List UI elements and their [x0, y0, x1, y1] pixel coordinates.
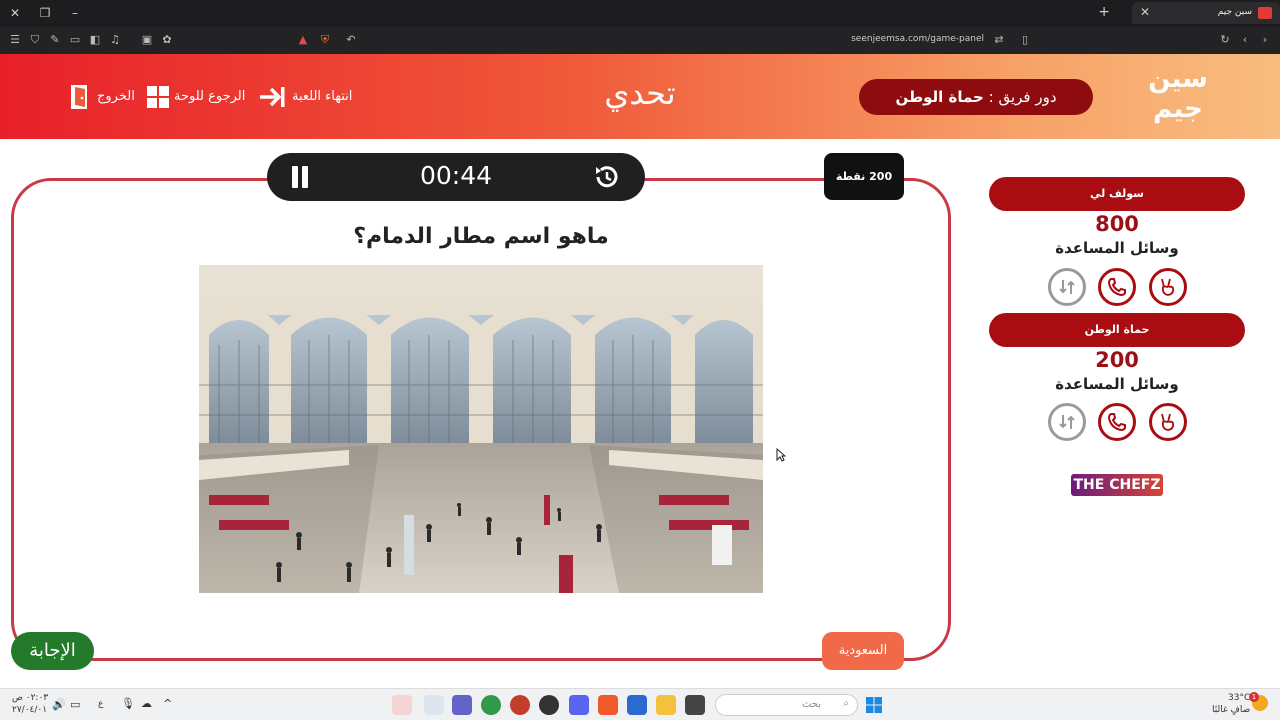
brave-app-icon[interactable] — [598, 695, 618, 715]
app-icon-red[interactable] — [510, 695, 530, 715]
microphone-icon[interactable]: 🎙 — [121, 697, 135, 710]
end-game-icon — [260, 87, 285, 107]
phone-icon — [1107, 278, 1126, 297]
taskbar-search-placeholder: بحث — [801, 699, 821, 710]
window-minimize-icon[interactable]: – — [66, 5, 84, 21]
url-text: seenjeemsa.com/game-panel — [851, 34, 984, 44]
exit-door-icon — [71, 85, 87, 109]
reload-icon[interactable]: ↻ — [1218, 33, 1232, 47]
turn-team-name: حماة الوطن — [895, 88, 984, 106]
phone-icon — [1107, 413, 1126, 432]
forward-icon[interactable]: › — [1258, 33, 1272, 47]
window-close-icon[interactable]: ✕ — [6, 5, 24, 21]
app-icon-dark[interactable] — [539, 695, 559, 715]
cloud-icon[interactable]: ☁ — [141, 697, 152, 710]
pin-icon[interactable]: ✎ — [48, 33, 62, 47]
logo-line-2: جيم — [1153, 94, 1203, 124]
seenjeem-logo[interactable]: سين جيم — [1144, 64, 1212, 130]
chrome-app-icon[interactable] — [481, 695, 501, 715]
airport-terminal-image — [199, 265, 763, 593]
site-favicon-icon — [1258, 7, 1272, 19]
taskbar-search[interactable]: بحث ⌕ — [715, 694, 858, 716]
volume-icon[interactable]: 🔊 — [52, 698, 66, 711]
team-1-name: سولف لي — [989, 177, 1245, 211]
language-indicator[interactable]: ع — [98, 699, 103, 709]
settings-app-icon[interactable] — [424, 695, 444, 715]
tabs-icon[interactable]: ▭ — [68, 33, 82, 47]
grid-icon — [147, 86, 169, 108]
answer-button[interactable]: الإجابة — [11, 632, 94, 670]
turn-indicator: دور فريق : حماة الوطن — [859, 79, 1093, 115]
team-1-call-friend-button[interactable] — [1098, 268, 1136, 306]
question-image — [199, 265, 763, 593]
back-to-board-button[interactable]: الرجوع للوحة — [146, 84, 250, 110]
turn-prefix: دور فريق : — [988, 88, 1057, 106]
sponsor-logo[interactable]: THE CHEFZ — [1071, 474, 1163, 496]
team-1-swap-question-button[interactable] — [1048, 268, 1086, 306]
extensions-icon[interactable]: ✿ — [160, 33, 174, 47]
tab-title: سين جيم — [1217, 7, 1252, 17]
epic-games-icon[interactable] — [392, 695, 412, 715]
browser-tab-bar: ✕ ❐ – + سين جيم ✕ — [0, 0, 1280, 27]
display-icon[interactable]: ▭ — [70, 698, 80, 711]
category-badge: السعودية — [822, 632, 904, 670]
notification-badge: 1 — [1249, 692, 1259, 702]
team-2-help-label: وسائل المساعدة — [1055, 375, 1179, 393]
swap-icon — [1059, 415, 1075, 429]
mouse-cursor-icon — [776, 448, 786, 462]
clock-time[interactable]: ٠٢:٠٣ ص — [12, 693, 48, 703]
team-1-score: 800 — [1095, 212, 1139, 236]
address-bar[interactable]: seenjeemsa.com/game-panel — [288, 30, 1040, 50]
back-icon[interactable]: ‹ — [1238, 33, 1252, 47]
end-game-button[interactable]: انتهاء اللعبة — [258, 84, 366, 110]
window-restore-icon[interactable]: ❐ — [36, 5, 54, 21]
tray-expand-icon[interactable]: ^ — [163, 697, 172, 710]
store-app-icon[interactable] — [627, 695, 647, 715]
tab-close-icon[interactable]: ✕ — [1140, 5, 1150, 19]
team-1-double-points-button[interactable] — [1149, 268, 1187, 306]
team-1-help-label: وسائل المساعدة — [1055, 239, 1179, 257]
sidebar-icon[interactable]: ◧ — [88, 33, 102, 47]
menu-icon[interactable]: ☰ — [8, 33, 22, 47]
clock-date[interactable]: ٢٧/٠٤/٠١ — [12, 705, 47, 715]
discord-app-icon[interactable] — [569, 695, 589, 715]
terminal-app-icon[interactable] — [685, 695, 705, 715]
file-explorer-icon[interactable] — [656, 695, 676, 715]
weather-temp[interactable]: 33°C — [1228, 693, 1250, 703]
teams-app-icon[interactable] — [452, 695, 472, 715]
reset-timer-icon[interactable] — [592, 163, 620, 191]
end-game-label: انتهاء اللعبة — [292, 89, 353, 104]
swap-icon — [1059, 280, 1075, 294]
back-to-board-label: الرجوع للوحة — [174, 89, 246, 104]
team-2-score: 200 — [1095, 348, 1139, 372]
exit-label: الخروج — [97, 89, 135, 104]
peace-hand-icon — [1161, 278, 1175, 296]
team-2-swap-question-button[interactable] — [1048, 403, 1086, 441]
windows-start-icon[interactable] — [866, 697, 882, 713]
timer-bar: 00:44 — [267, 153, 645, 201]
timer-display: 00:44 — [419, 161, 493, 190]
team-2-name: حماة الوطن — [989, 313, 1245, 347]
team-2-call-friend-button[interactable] — [1098, 403, 1136, 441]
game-title: تحدي — [604, 74, 676, 112]
music-icon[interactable]: ♫ — [108, 33, 122, 47]
shield-icon[interactable]: ⛉ — [28, 33, 42, 47]
team-2-double-points-button[interactable] — [1149, 403, 1187, 441]
new-tab-button[interactable]: + — [1098, 4, 1110, 20]
peace-hand-icon — [1161, 413, 1175, 431]
game-header: سين جيم دور فريق : حماة الوطن تحدي انتها… — [0, 54, 1280, 139]
windows-taskbar: ٠٢:٠٣ ص ٢٧/٠٤/٠١ 🔊 ▭ ع 🎙 ☁ ^ بحث ⌕ 33°C … — [0, 688, 1280, 720]
wallet-icon[interactable]: ▣ — [140, 33, 154, 47]
logo-line-1: سين — [1148, 64, 1208, 94]
exit-button[interactable]: الخروج — [69, 84, 141, 110]
question-text: ماهو اسم مطار الدمام؟ — [353, 224, 609, 249]
browser-tab-active[interactable]: سين جيم ✕ — [1132, 2, 1280, 24]
search-icon: ⌕ — [843, 698, 849, 709]
question-points-badge: 200 نقطة — [824, 153, 904, 200]
weather-desc[interactable]: صافٍ غالبًا — [1212, 705, 1250, 715]
